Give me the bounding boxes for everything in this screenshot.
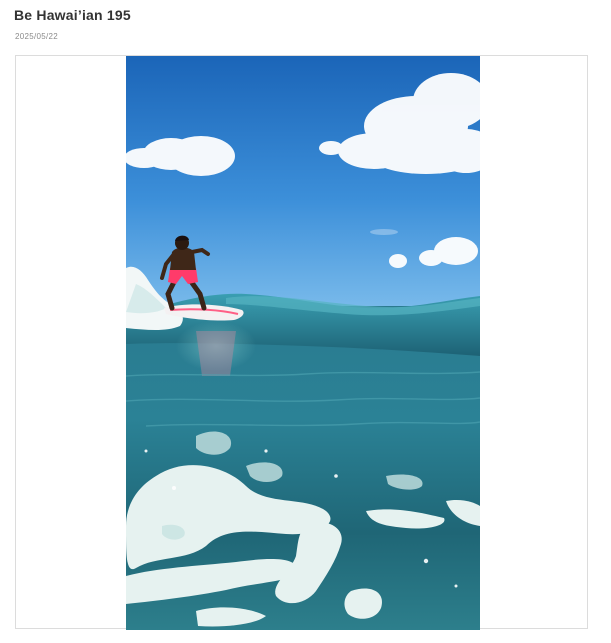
- surfer-photo-image: [126, 56, 480, 630]
- post-date: 2025/05/22: [15, 32, 59, 41]
- post-title: Be Hawai’ian 195: [14, 7, 131, 23]
- photo-frame: [15, 55, 588, 630]
- surfer-photo[interactable]: [126, 56, 480, 630]
